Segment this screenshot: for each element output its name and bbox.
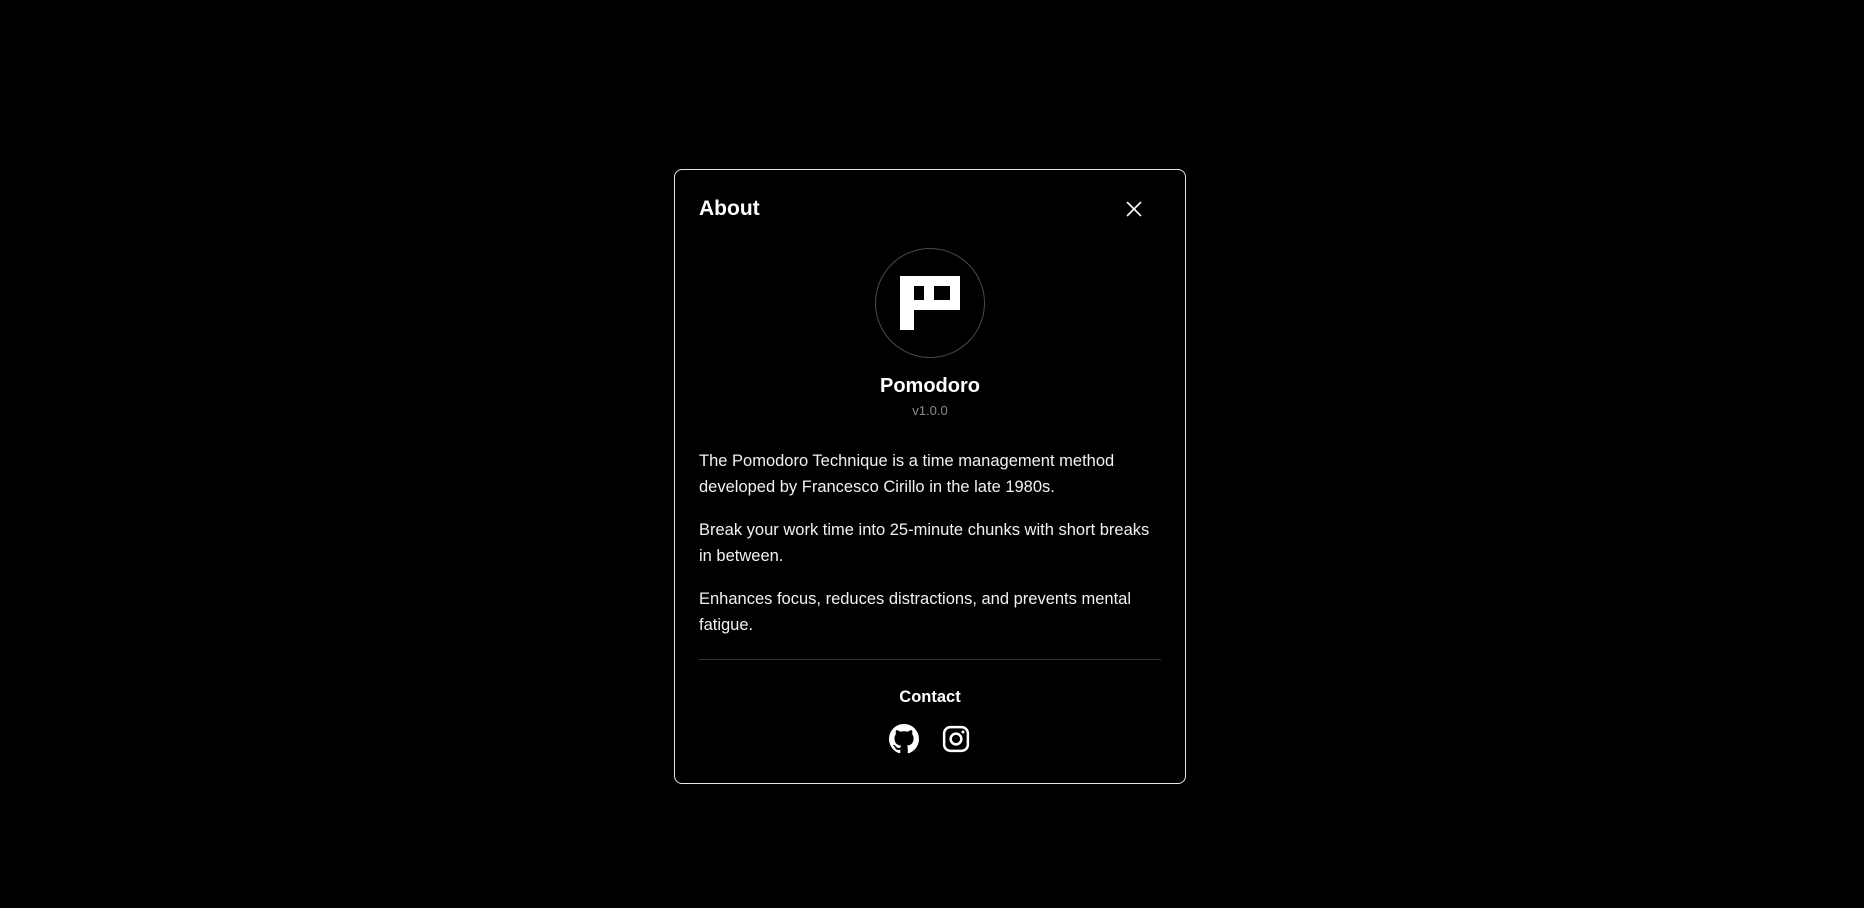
contact-title: Contact: [899, 688, 961, 706]
instagram-icon: [942, 725, 970, 753]
dialog-title: About: [699, 197, 760, 220]
divider: [699, 659, 1161, 660]
github-link[interactable]: [889, 724, 919, 754]
contact-links: [699, 724, 1161, 754]
close-button[interactable]: [1121, 196, 1147, 222]
description-paragraph: The Pomodoro Technique is a time managem…: [699, 452, 1115, 496]
close-icon: [1126, 201, 1142, 217]
app-version: v1.0.0: [912, 403, 948, 418]
dialog-header: About: [699, 170, 1161, 248]
logo-container: [699, 248, 1161, 358]
pomodoro-logo-icon: [900, 276, 960, 330]
app-logo: [875, 248, 985, 358]
description-paragraph: Enhances focus, reduces distractions, an…: [699, 590, 1131, 634]
description-paragraph: Break your work time into 25-minute chun…: [699, 521, 1150, 565]
about-dialog: About Pomodoro v1.0.0 The Pomodoro Techn…: [674, 169, 1186, 784]
app-name: Pomodoro: [880, 375, 980, 397]
github-icon: [889, 724, 919, 754]
description: The Pomodoro Technique is a time managem…: [699, 448, 1161, 638]
instagram-link[interactable]: [941, 724, 971, 754]
